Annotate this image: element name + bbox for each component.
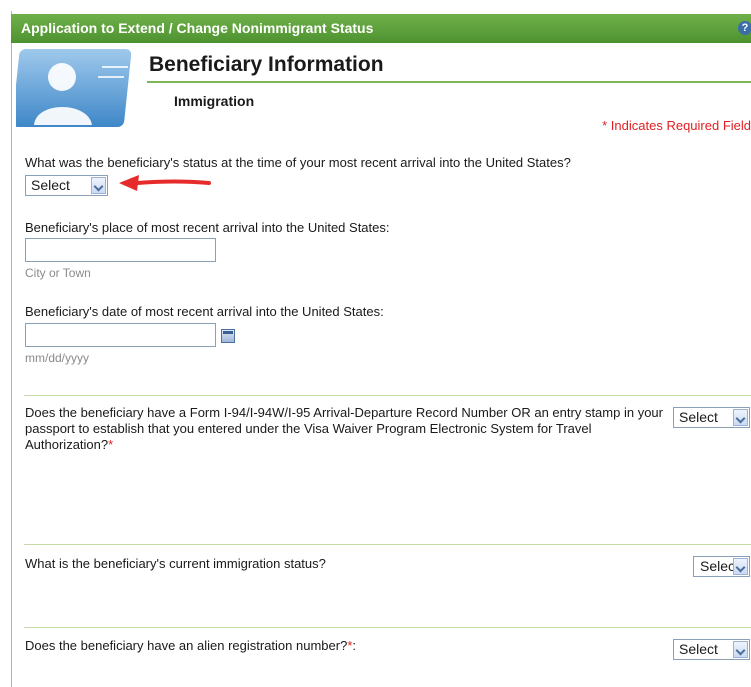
required-field-note: * Indicates Required Field: [602, 118, 751, 133]
title-bar: Application to Extend / Change Nonimmigr…: [11, 14, 751, 43]
current-status-select[interactable]: Select: [693, 556, 750, 577]
section-subtitle: Immigration: [174, 93, 255, 109]
alien-registration-text: Does the beneficiary have an alien regis…: [25, 638, 348, 653]
alien-registration-label: Does the beneficiary have an alien regis…: [25, 638, 356, 653]
i94-question-label: Does the beneficiary have a Form I-94/I-…: [25, 405, 670, 453]
section-title: Beneficiary Information: [149, 53, 384, 76]
red-arrow-annotation-icon: [119, 175, 211, 191]
label-colon: :: [352, 638, 356, 653]
arrival-place-hint: City or Town: [25, 266, 91, 280]
i94-select-value: Select: [679, 409, 718, 425]
arrival-status-select-value: Select: [31, 177, 70, 193]
arrival-place-label: Beneficiary's place of most recent arriv…: [25, 220, 390, 235]
title-divider: [147, 81, 751, 83]
arrival-date-input[interactable]: [25, 323, 216, 347]
help-icon[interactable]: ?: [738, 21, 751, 35]
section-divider: [24, 544, 751, 545]
required-mark: *: [108, 437, 114, 452]
arrival-date-hint: mm/dd/yyyy: [25, 351, 90, 365]
user-avatar-icon: [16, 49, 132, 127]
section-divider: [24, 627, 751, 628]
arrival-status-select[interactable]: Select: [25, 175, 108, 196]
alien-registration-select[interactable]: Select: [673, 639, 750, 660]
chevron-down-icon: [733, 558, 748, 575]
calendar-icon[interactable]: [221, 329, 235, 343]
current-status-label: What is the beneficiary's current immigr…: [25, 556, 326, 571]
arrival-date-label: Beneficiary's date of most recent arriva…: [25, 304, 384, 319]
alien-registration-select-value: Select: [679, 641, 718, 657]
chevron-down-icon: [91, 177, 106, 194]
i94-question-text: Does the beneficiary have a Form I-94/I-…: [25, 405, 663, 452]
arrival-status-label: What was the beneficiary's status at the…: [25, 155, 571, 170]
section-divider: [24, 395, 751, 396]
chevron-down-icon: [733, 641, 748, 658]
chevron-down-icon: [733, 409, 748, 426]
window-title: Application to Extend / Change Nonimmigr…: [21, 20, 374, 36]
arrival-place-input[interactable]: [25, 238, 216, 262]
i94-select[interactable]: Select: [673, 407, 750, 428]
